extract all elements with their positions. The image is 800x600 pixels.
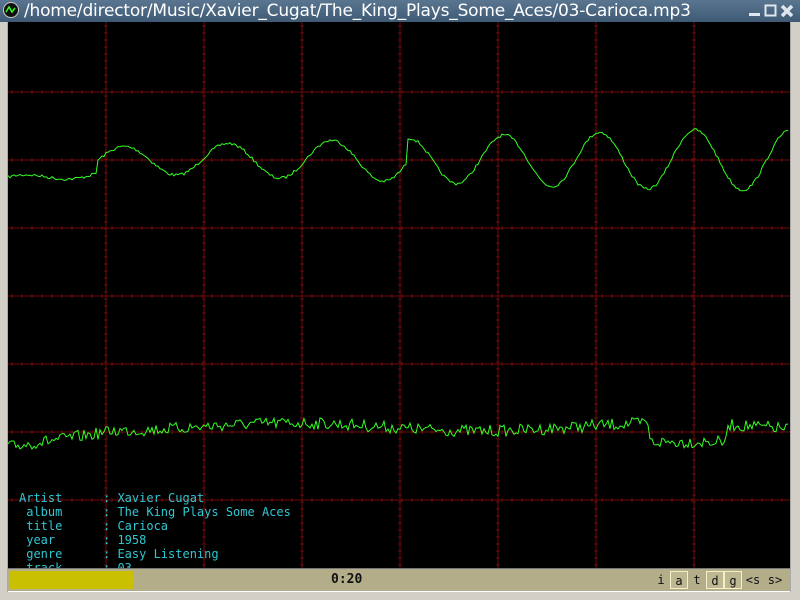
progress-bar[interactable] <box>9 571 134 589</box>
mode-toggles: i a t d g <s s> <box>652 571 786 589</box>
info-value: : 03 <box>103 561 132 568</box>
window-left-border <box>0 22 8 600</box>
track-info: Artist : Xavier Cugat album : The King Pla… <box>19 491 291 568</box>
info-key: track <box>19 561 63 568</box>
info-key: year <box>19 533 56 547</box>
oscilloscope-icon <box>3 2 19 18</box>
info-row: year : 1958 <box>19 533 291 547</box>
mode-toggle[interactable]: a <box>670 571 688 589</box>
info-value: : Xavier Cugat <box>103 491 205 505</box>
maximize-icon[interactable] <box>764 3 778 17</box>
window-bottom-border <box>0 592 800 600</box>
mode-toggle[interactable]: <s <box>742 571 764 589</box>
elapsed-time: 0:20 <box>331 572 363 587</box>
mode-toggle[interactable]: t <box>688 571 706 589</box>
status-bar: 0:20 i a t d g <s s> <box>8 568 790 592</box>
info-row: track : 03 <box>19 561 291 568</box>
info-key: Artist <box>19 491 63 505</box>
info-value: : Carioca <box>103 519 169 533</box>
close-icon[interactable] <box>780 3 794 18</box>
oscilloscope-canvas <box>8 22 790 568</box>
title-bar[interactable]: /home/director/Music/Xavier_Cugat/The_Ki… <box>0 0 800 22</box>
info-value: : Easy Listening <box>103 547 219 561</box>
info-key: title <box>19 519 63 533</box>
window-right-border <box>790 22 800 600</box>
info-key: album <box>19 505 63 519</box>
mode-toggle[interactable]: s> <box>764 571 786 589</box>
info-value: : 1958 <box>103 533 147 547</box>
info-value: : The King Plays Some Aces <box>103 505 291 519</box>
oscilloscope-display: Artist : Xavier Cugat album : The King Pla… <box>8 22 790 568</box>
waveform-right-channel <box>8 416 789 450</box>
mode-toggle[interactable]: g <box>724 571 742 589</box>
minimize-icon[interactable] <box>748 3 762 17</box>
info-row: title : Carioca <box>19 519 291 533</box>
window-title: /home/director/Music/Xavier_Cugat/The_Ki… <box>24 1 691 21</box>
info-row: album : The King Plays Some Aces <box>19 505 291 519</box>
info-row: genre : Easy Listening <box>19 547 291 561</box>
mode-toggle[interactable]: i <box>652 571 670 589</box>
mode-toggle[interactable]: d <box>706 571 724 589</box>
info-row: Artist : Xavier Cugat <box>19 491 291 505</box>
info-key: genre <box>19 547 63 561</box>
